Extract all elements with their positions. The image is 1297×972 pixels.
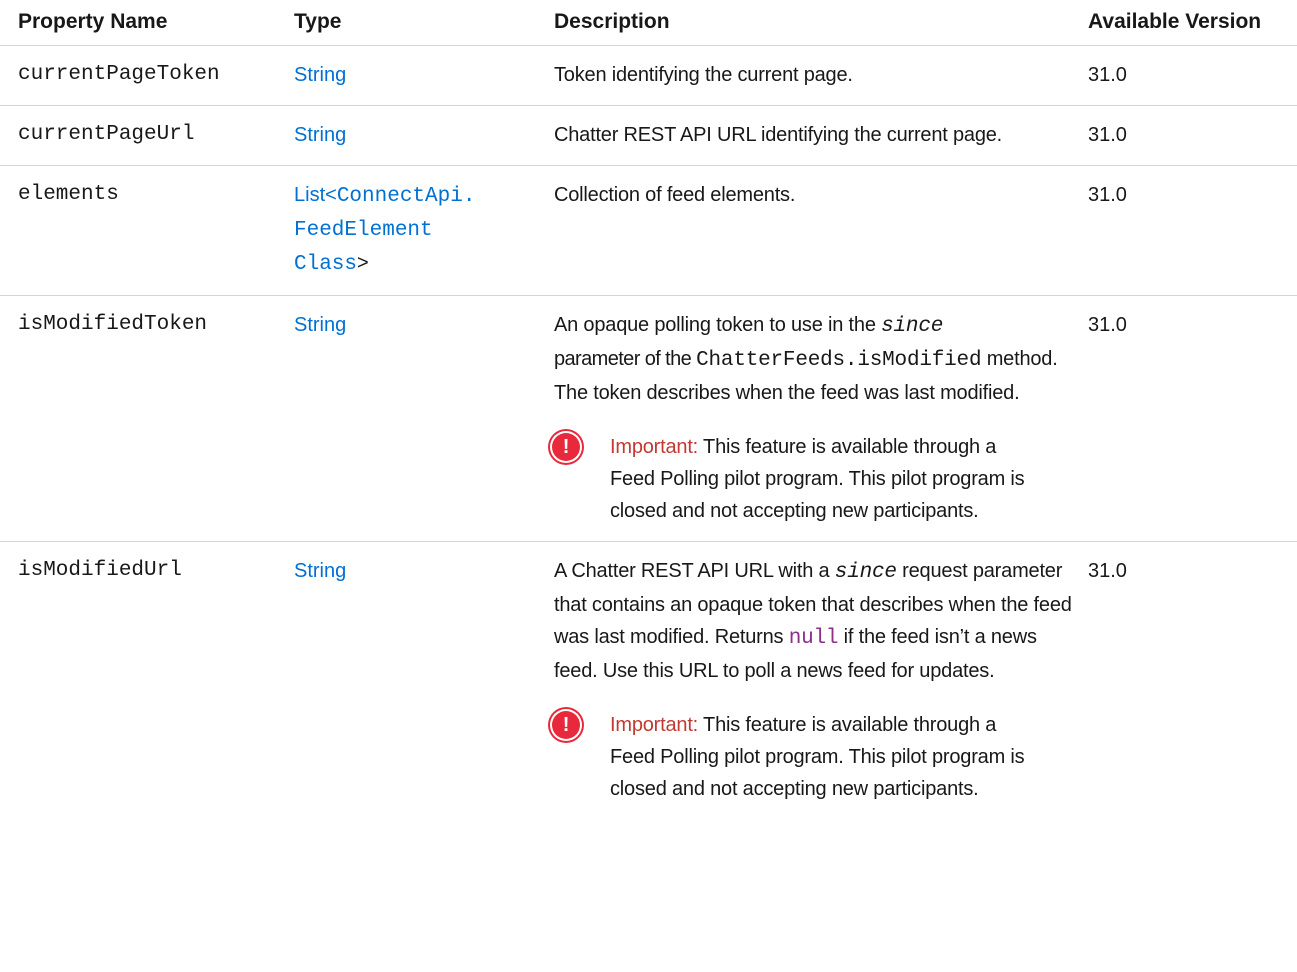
table-row: currentPageUrl String Chatter REST API U… (0, 105, 1297, 166)
type-cell: List<ConnectApi. FeedElement Class> (294, 165, 554, 296)
column-header-version: Available Version (1088, 0, 1297, 46)
available-version: 31.0 (1088, 105, 1297, 166)
ismodified-code: ChatterFeeds.isModified (696, 349, 982, 372)
column-header-property-name: Property Name (0, 0, 294, 46)
important-note: ! Important: This feature is available t… (552, 431, 1072, 527)
property-name: currentPageToken (0, 45, 294, 106)
type-link-string[interactable]: String (294, 124, 346, 146)
property-description: A Chatter REST API URL with a since requ… (552, 542, 1088, 820)
description-text: An opaque polling token to use in the si… (554, 314, 1058, 404)
exclamation-circle-icon: ! (552, 433, 580, 461)
property-name: currentPageUrl (0, 105, 294, 166)
property-name: isModifiedToken (0, 295, 294, 542)
table-row: isModifiedToken String An opaque polling… (0, 295, 1297, 542)
available-version: 31.0 (1088, 45, 1297, 106)
property-description: An opaque polling token to use in the si… (552, 295, 1088, 542)
header-row: Property Name Type Description Available… (0, 0, 1297, 46)
description-text: A Chatter REST API URL with a since requ… (554, 560, 1072, 682)
since-code: since (881, 315, 944, 338)
table-row: isModifiedUrl String A Chatter REST API … (0, 542, 1297, 820)
table-row: elements List<ConnectApi. FeedElement Clas… (0, 165, 1297, 296)
type-link-string[interactable]: String (294, 64, 346, 86)
type-link-class[interactable]: Class (294, 253, 357, 276)
property-description: Chatter REST API URL identifying the cur… (554, 105, 1088, 166)
important-label: Important: (610, 436, 699, 458)
property-name: isModifiedUrl (18, 559, 182, 582)
type-suffix: > (357, 252, 369, 274)
property-description: Token identifying the current page. (554, 45, 1088, 106)
null-code: null (788, 627, 839, 650)
type-link-string[interactable]: String (294, 560, 346, 582)
type-link-connectapi[interactable]: ConnectApi. (337, 185, 476, 208)
since-code: since (834, 561, 897, 584)
type-link-feedelement[interactable]: FeedElement (294, 219, 433, 242)
available-version: 31.0 (1088, 165, 1297, 296)
property-description: Collection of feed elements. (554, 165, 1088, 296)
available-version: 31.0 (1088, 295, 1297, 542)
table-row: currentPageToken String Token identifyin… (0, 45, 1297, 106)
type-link-string[interactable]: String (294, 314, 346, 336)
exclamation-circle-icon: ! (552, 711, 580, 739)
important-note: ! Important: This feature is available t… (552, 709, 1072, 805)
type-link-list[interactable]: List< (294, 184, 337, 206)
important-label: Important: (610, 714, 699, 736)
column-header-description: Description (554, 0, 1088, 46)
available-version: 31.0 (1088, 560, 1127, 582)
column-header-type: Type (294, 0, 554, 46)
property-table: Property Name Type Description Available… (0, 0, 1297, 819)
property-name: elements (0, 165, 294, 296)
